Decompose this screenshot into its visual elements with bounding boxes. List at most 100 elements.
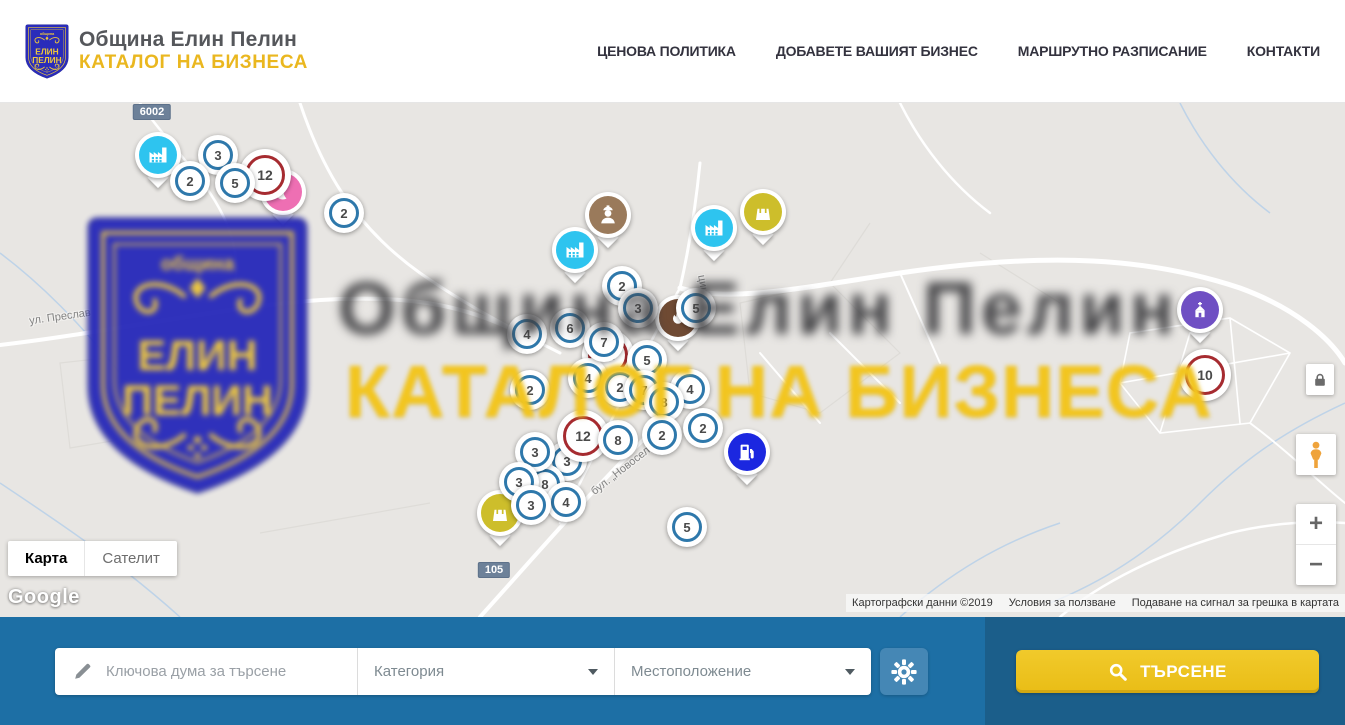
factory-icon [147,144,169,166]
location-select[interactable]: Местоположение [614,648,871,695]
cluster-count: 2 [688,413,718,443]
road-number-badge: 105 [478,562,510,578]
keyword-section [55,648,357,695]
bag-map-pin[interactable] [740,189,786,247]
attribution-terms-link[interactable]: Условия за ползване [1009,597,1116,609]
pin-head [552,227,598,273]
cluster-count: 8 [649,387,679,417]
pin-head [1177,287,1223,333]
road-number-badge: 6002 [133,104,171,120]
cluster-marker[interactable]: 2 [510,370,550,410]
pin-circle [744,193,782,231]
cluster-marker[interactable]: 3 [511,485,551,525]
map-type-satellite-button[interactable]: Сателит [84,541,177,576]
site-logo[interactable]: Община Елин Пелин КАТАЛОГ НА БИЗНЕСА [25,24,308,79]
cluster-marker[interactable]: 4 [546,482,586,522]
pin-circle [556,231,594,269]
factory-icon [703,217,725,239]
pin-head [740,189,786,235]
cluster-marker[interactable]: 2 [324,193,364,233]
nav-pricing-policy[interactable]: ЦЕНОВА ПОЛИТИКА [597,43,736,59]
cluster-count: 4 [573,363,603,393]
keyword-search-input[interactable] [104,662,345,681]
search-fields-group: Категория Местоположение [55,648,871,695]
shopping-bag-icon [753,202,773,222]
chevron-down-icon [588,669,598,675]
cluster-marker[interactable]: 5 [215,163,255,203]
cluster-marker[interactable]: 7 [584,322,624,362]
map-lock-button[interactable] [1306,364,1334,395]
cluster-marker[interactable]: 4 [507,314,547,354]
advanced-search-button[interactable] [880,648,928,695]
search-bar: Категория Местоположение [0,617,1345,725]
pin-head [691,205,737,251]
shopping-bag-icon [490,503,510,523]
site-tagline: КАТАЛОГ НА БИЗНЕСА [79,52,308,74]
nav-contacts[interactable]: КОНТАКТИ [1247,43,1320,59]
cluster-count: 5 [220,168,250,198]
search-submit-button[interactable]: ТЪРСЕНЕ [1016,650,1319,693]
nav-add-your-business[interactable]: ДОБАВЕТЕ ВАШИЯТ БИЗНЕС [776,43,978,59]
zoom-out-button[interactable]: − [1296,544,1336,585]
cluster-count: 2 [329,198,359,228]
cluster-count: 8 [603,425,633,455]
map-canvas[interactable]: Община Елин Пелин КАТАЛОГ НА БИЗНЕСА Кар… [0,103,1345,617]
cluster-marker[interactable]: 8 [598,420,638,460]
cluster-marker[interactable]: 5 [676,288,716,328]
site-name: Община Елин Пелин [79,28,308,52]
pencil-icon [73,662,92,681]
map-type-control: Карта Сателит [8,541,177,576]
nav-route-schedule[interactable]: МАРШРУТНО РАЗПИСАНИЕ [1018,43,1207,59]
cluster-count: 10 [1185,355,1225,395]
map-attribution: Картографски данни ©2019 Условия за полз… [846,594,1345,612]
fuel-map-pin[interactable] [724,429,770,487]
cluster-count: 5 [681,293,711,323]
location-select-value: Местоположение [631,663,751,680]
factory-map-pin[interactable] [691,205,737,263]
pegman-icon [1306,441,1326,469]
cluster-count: 4 [551,487,581,517]
pin-circle [728,433,766,471]
cluster-count: 2 [175,166,205,196]
cluster-marker[interactable]: 2 [642,415,682,455]
attribution-copyright: Картографски данни ©2019 [852,597,993,609]
cluster-count: 2 [647,420,677,450]
attribution-report-error-link[interactable]: Подаване на сигнал за грешка в картата [1132,597,1339,609]
pin-circle [695,209,733,247]
page: Община Елин Пелин КАТАЛОГ НА БИЗНЕСА ЦЕН… [0,0,1345,725]
category-select[interactable]: Категория [357,648,614,695]
cluster-count: 3 [516,490,546,520]
google-logo[interactable]: Google [8,586,80,609]
factory-icon [564,239,586,261]
gear-icon [891,659,917,685]
cluster-count: 6 [555,313,585,343]
cluster-count: 7 [589,327,619,357]
cluster-marker[interactable]: 2 [683,408,723,448]
church-map-pin[interactable] [1177,287,1223,345]
cluster-count: 3 [623,293,653,323]
category-select-value: Категория [374,663,444,680]
street-view-pegman[interactable] [1296,434,1336,475]
map-zoom-control: + − [1296,504,1336,585]
cluster-count: 5 [672,512,702,542]
cluster-count: 12 [563,416,603,456]
cluster-count: 2 [515,375,545,405]
church-icon [1190,300,1210,320]
cluster-marker[interactable]: 2 [170,161,210,201]
zoom-in-button[interactable]: + [1296,504,1336,544]
cluster-marker[interactable]: 10 [1179,349,1231,401]
fuel-pump-icon [737,442,757,462]
cluster-count: 4 [512,319,542,349]
map-type-map-button[interactable]: Карта [8,541,84,576]
chevron-down-icon [845,669,855,675]
search-button-label: ТЪРСЕНЕ [1140,662,1227,682]
search-icon [1108,662,1128,682]
header: Община Елин Пелин КАТАЛОГ НА БИЗНЕСА ЦЕН… [0,0,1345,103]
cluster-marker[interactable]: 5 [667,507,707,547]
cluster-marker[interactable]: 3 [618,288,658,328]
factory-map-pin[interactable] [552,227,598,285]
municipality-crest-icon [25,24,69,79]
worker-icon [597,204,619,226]
pin-head [724,429,770,475]
main-nav: ЦЕНОВА ПОЛИТИКА ДОБАВЕТЕ ВАШИЯТ БИЗНЕС М… [597,43,1320,59]
